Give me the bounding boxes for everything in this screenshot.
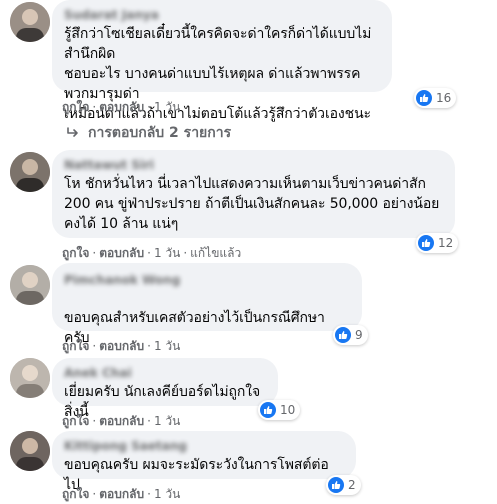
reaction-badge[interactable]: 16 xyxy=(414,88,457,108)
comment-actions: ถูกใจ · ตอบกลับ · 1 วัน xyxy=(62,339,181,353)
comment-actions: ถูกใจ · ตอบกลับ · 1 วัน xyxy=(62,414,181,428)
like-link[interactable]: ถูกใจ xyxy=(62,487,89,501)
comment-author[interactable]: Kittipong Saetang xyxy=(64,439,344,454)
avatar[interactable] xyxy=(10,152,50,192)
edited-label[interactable]: แก้ไขแล้ว xyxy=(190,246,241,260)
avatar[interactable] xyxy=(10,431,50,471)
thumbs-up-icon xyxy=(260,402,276,418)
comment-bubble: Pimchanok Wong ขอบคุณสำหรับเคสตัวอย่างไว… xyxy=(52,263,362,346)
comment-time[interactable]: 1 วัน xyxy=(154,100,180,114)
replies-label: การตอบกลับ 2 รายการ xyxy=(88,125,232,141)
reply-arrow-icon xyxy=(67,127,78,137)
comment-text: โห ชักหวั่นไหว นี่เวลาไปแสดงความเห็นตามเ… xyxy=(64,176,440,232)
comment-actions: ถูกใจ · ตอบกลับ · 1 วัน xyxy=(62,100,181,114)
like-link[interactable]: ถูกใจ xyxy=(62,246,89,260)
reaction-badge[interactable]: 10 xyxy=(258,400,301,420)
comment-bubble: Nattawut Siri โห ชักหวั่นไหว นี่เวลาไปแส… xyxy=(52,150,455,238)
thumbs-up-icon xyxy=(335,327,351,343)
comment-author[interactable]: Pimchanok Wong xyxy=(64,273,350,288)
reaction-count: 9 xyxy=(355,328,363,342)
avatar[interactable] xyxy=(10,2,50,42)
comment-time[interactable]: 1 วัน xyxy=(154,339,180,353)
reaction-count: 12 xyxy=(438,236,454,250)
comment-time[interactable]: 1 วัน xyxy=(154,487,180,501)
reaction-badge[interactable]: 9 xyxy=(333,325,368,345)
avatar[interactable] xyxy=(10,358,50,398)
comment-actions: ถูกใจ · ตอบกลับ · 1 วัน · แก้ไขแล้ว xyxy=(62,246,242,260)
reaction-badge[interactable]: 2 xyxy=(326,475,361,495)
like-link[interactable]: ถูกใจ xyxy=(62,414,89,428)
comment-bubble: Sudarat Janya รู้สึกว่าโซเชียลเดี๋ยวนี้ใ… xyxy=(52,0,392,122)
like-link[interactable]: ถูกใจ xyxy=(62,100,89,114)
thumbs-up-icon xyxy=(328,477,344,493)
comment-time[interactable]: 1 วัน xyxy=(154,414,180,428)
view-replies-link[interactable]: การตอบกลับ 2 รายการ xyxy=(66,122,231,144)
reaction-count: 10 xyxy=(280,403,296,417)
thumbs-up-icon xyxy=(418,235,434,251)
comment-actions: ถูกใจ · ตอบกลับ · 1 วัน xyxy=(62,487,181,501)
reaction-badge[interactable]: 12 xyxy=(416,233,459,253)
reply-link[interactable]: ตอบกลับ xyxy=(99,246,144,260)
comment-author[interactable]: Sudarat Janya xyxy=(64,8,380,23)
like-link[interactable]: ถูกใจ xyxy=(62,339,89,353)
reply-link[interactable]: ตอบกลับ xyxy=(99,100,144,114)
avatar[interactable] xyxy=(10,265,50,305)
comment-time[interactable]: 1 วัน xyxy=(154,246,180,260)
comment-author[interactable]: Anek Chai xyxy=(64,366,266,381)
comment-bubble: Kittipong Saetang ขอบคุณครับ ผมจะระมัดระ… xyxy=(52,431,356,493)
thumbs-up-icon xyxy=(416,90,432,106)
reply-link[interactable]: ตอบกลับ xyxy=(99,487,144,501)
reaction-count: 2 xyxy=(348,478,356,492)
comment-bubble: Anek Chai เยี่ยมครับ นักเลงคีย์บอร์ดไม่ถ… xyxy=(52,358,278,420)
reply-link[interactable]: ตอบกลับ xyxy=(99,339,144,353)
reply-link[interactable]: ตอบกลับ xyxy=(99,414,144,428)
comment-author[interactable]: Nattawut Siri xyxy=(64,158,443,173)
reaction-count: 16 xyxy=(436,91,452,105)
